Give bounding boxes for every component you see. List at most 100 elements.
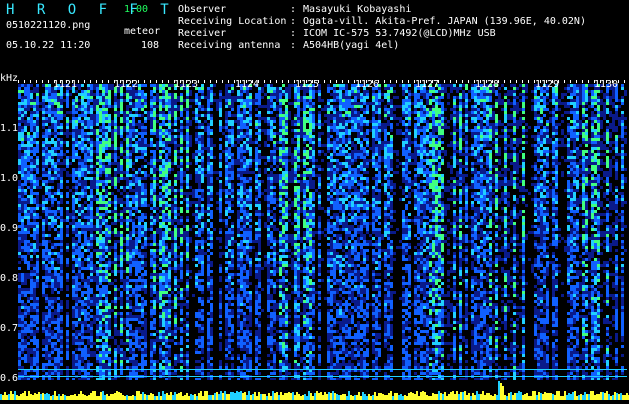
- spectrogram-pixel: [207, 201, 210, 204]
- spectrogram-pixel: [135, 300, 138, 303]
- spectrogram-pixel: [108, 264, 111, 267]
- spectrogram-pixel: [120, 291, 123, 294]
- spectrogram-pixel: [66, 165, 69, 168]
- spectrogram-pixel: [60, 126, 63, 129]
- spectrogram-pixel: [135, 246, 138, 249]
- spectrogram-pixel: [45, 246, 48, 249]
- spectrogram-pixel: [162, 252, 165, 255]
- mode-label: meteor: [124, 26, 160, 38]
- spectrogram-pixel: [48, 312, 51, 315]
- spectrogram-pixel: [90, 207, 93, 210]
- spectrogram-pixel: [84, 351, 87, 354]
- spectrogram-pixel: [228, 165, 231, 168]
- spectrogram-pixel: [186, 117, 189, 120]
- spectrogram-pixel: [24, 261, 27, 264]
- spectrogram-pixel: [75, 129, 78, 132]
- spectrogram-pixel: [117, 102, 120, 105]
- spectrogram-pixel: [78, 363, 81, 366]
- spectrogram-pixel: [162, 234, 165, 237]
- spectrogram-pixel: [126, 219, 129, 222]
- spectrogram-pixel: [36, 135, 39, 138]
- spectrogram-pixel: [24, 210, 27, 213]
- spectrogram-pixel: [45, 351, 48, 354]
- spectrogram-pixel: [30, 135, 33, 138]
- spectrogram-pixel: [108, 252, 111, 255]
- spectrogram-pixel: [141, 198, 144, 201]
- spectrogram-pixel: [162, 243, 165, 246]
- spectrogram-pixel: [234, 144, 237, 147]
- spectrogram-pixel: [81, 123, 84, 126]
- spectrogram-pixel: [117, 126, 120, 129]
- spectrogram-pixel: [66, 261, 69, 264]
- spectrogram-pixel: [138, 255, 141, 258]
- spectrogram-pixel: [78, 129, 81, 132]
- spectrogram-pixel: [168, 183, 171, 186]
- spectrogram-pixel: [207, 192, 210, 195]
- spectrogram-pixel: [87, 156, 90, 159]
- spectrogram-pixel: [87, 276, 90, 279]
- spectrogram-pixel: [57, 321, 60, 324]
- spectrogram-pixel: [198, 171, 201, 174]
- spectrogram-pixel: [66, 279, 69, 282]
- spectrogram-pixel: [36, 123, 39, 126]
- spectrogram-pixel: [228, 324, 231, 327]
- spectrogram-pixel: [36, 270, 39, 273]
- spectrogram-pixel: [93, 105, 96, 108]
- spectrogram-pixel: [90, 111, 93, 114]
- spectrogram-pixel: [36, 360, 39, 363]
- spectrogram-pixel: [162, 117, 165, 120]
- spectrogram-pixel: [165, 321, 168, 324]
- spectrogram-pixel: [207, 243, 210, 246]
- spectrogram-pixel: [87, 87, 90, 90]
- spectrogram-pixel: [36, 207, 39, 210]
- spectrogram-pixel: [66, 354, 69, 357]
- spectrogram-pixel: [45, 312, 48, 315]
- spectrogram-pixel: [102, 303, 105, 306]
- spectrogram-pixel: [24, 201, 27, 204]
- spectrogram-pixel: [126, 339, 129, 342]
- spectrogram-pixel: [132, 309, 135, 312]
- spectrogram-pixel: [186, 93, 189, 96]
- spectrogram-pixel: [210, 147, 213, 150]
- spectrogram-pixel: [36, 222, 39, 225]
- spectrogram-pixel: [150, 219, 153, 222]
- spectrogram-pixel: [144, 291, 147, 294]
- spectrogram-pixel: [45, 174, 48, 177]
- spectrogram-pixel: [153, 351, 156, 354]
- spectrogram-pixel: [153, 87, 156, 90]
- spectrogram-pixel: [162, 105, 165, 108]
- spectrogram-pixel: [81, 210, 84, 213]
- spectrogram-pixel: [84, 228, 87, 231]
- spectrogram-pixel: [105, 117, 108, 120]
- spectrogram-pixel: [48, 249, 51, 252]
- spectrogram-pixel: [33, 234, 36, 237]
- spectrogram-pixel: [186, 186, 189, 189]
- spectrogram-pixel: [84, 123, 87, 126]
- spectrogram-pixel: [114, 195, 117, 198]
- spectrogram-pixel: [66, 216, 69, 219]
- spectrogram-pixel: [81, 150, 84, 153]
- spectrogram-pixel: [111, 180, 114, 183]
- spectrogram-pixel: [27, 210, 30, 213]
- spectrogram-pixel: [207, 126, 210, 129]
- spectrogram-pixel: [114, 216, 117, 219]
- spectrogram-pixel: [66, 126, 69, 129]
- spectrogram-pixel: [165, 216, 168, 219]
- spectrogram-pixel: [45, 201, 48, 204]
- spectrogram-pixel: [36, 198, 39, 201]
- spectrogram-pixel: [150, 99, 153, 102]
- spectrogram-pixel: [99, 168, 102, 171]
- spectrogram-pixel: [57, 306, 60, 309]
- spectrogram-pixel: [51, 279, 54, 282]
- spectrogram-pixel: [108, 87, 111, 90]
- spectrogram-pixel: [30, 84, 33, 87]
- spectrogram-pixel: [207, 177, 210, 180]
- spectrogram-pixel: [30, 279, 33, 282]
- spectrogram-pixel: [60, 303, 63, 306]
- spectrogram-pixel: [42, 249, 45, 252]
- spectrogram-pixel: [78, 222, 81, 225]
- spectrogram-pixel: [165, 171, 168, 174]
- spectrogram-pixel: [171, 249, 174, 252]
- spectrogram-pixel: [105, 228, 108, 231]
- spectrogram-pixel: [231, 255, 234, 258]
